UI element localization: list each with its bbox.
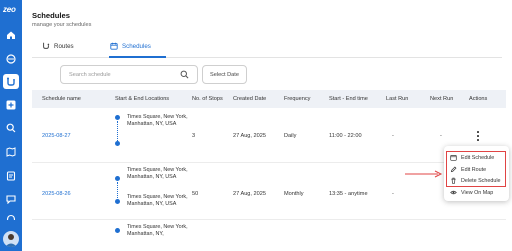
headset-icon[interactable] [5,213,17,225]
edit-schedule-item[interactable]: Edit Schedule [450,152,494,163]
last-run: - [392,191,394,197]
created-date: 27 Aug, 2025 [233,191,266,197]
end-location: Times Square, New York, Manhattan, NY, U… [127,194,188,208]
edit-route-item[interactable]: Edit Route [450,164,486,175]
location-connector [117,182,118,198]
col-time: Start - End time [329,96,368,102]
edit-schedule-label: Edit Schedule [461,154,495,161]
app-logo: zeo [3,5,16,14]
tab-routes[interactable]: Routes [42,42,74,50]
start-location-dot [115,115,120,120]
tab-schedules-label: Schedules [122,42,151,50]
last-run: - [392,133,394,139]
table-header: Schedule name Start & End Locations No. … [32,90,506,108]
trash-icon [451,177,456,184]
frequency: Daily [284,133,297,139]
location-connector [117,121,118,141]
active-tab-indicator [109,56,166,58]
annotation-arrow [405,170,443,178]
schedule-name-link[interactable]: 2025-08-26 [42,191,71,197]
col-actions: Actions [469,96,488,102]
add-icon[interactable] [5,99,17,111]
frequency: Monthly [284,191,304,197]
table-row: Times Square, New York, Manhattan, NY, [32,220,506,251]
next-run: - [440,133,442,139]
col-schedule-name: Schedule name [42,96,81,102]
document-icon[interactable] [5,170,17,182]
delete-schedule-label: Delete Schedule [461,177,501,184]
start-location-dot [115,228,120,233]
search-icon[interactable] [5,122,17,134]
dashboard-icon[interactable] [5,53,17,65]
col-last-run: Last Run [386,96,409,102]
delete-schedule-item[interactable]: Delete Schedule [450,175,501,186]
page-subtitle: manage your schedules [32,22,92,28]
routes-icon [43,42,50,49]
row-actions-menu: Edit Schedule Edit Route Delete Schedule… [444,146,509,201]
col-locations: Start & End Locations [115,96,170,102]
time-window: 13:35 - anytime [329,191,368,197]
map-icon[interactable] [5,146,17,158]
end-location-dot [115,141,120,146]
start-location: Times Square, New York, Manhattan, NY, U… [127,167,188,181]
search-input[interactable] [69,71,179,78]
table-row: 2025-08-27 Times Square, New York, Manha… [32,108,506,163]
routes-icon[interactable] [3,74,19,89]
start-location-dot [115,176,120,181]
calendar-edit-icon [450,155,457,161]
home-icon[interactable] [5,29,17,41]
end-location-dot [115,199,120,204]
col-next-run: Next Run [430,96,454,102]
start-location: Times Square, New York, Manhattan, NY, U… [127,114,188,128]
view-on-map-label: View On Map [461,189,494,196]
row-actions-button[interactable] [475,131,481,141]
page-title: Schedules [32,11,70,20]
edit-route-label: Edit Route [461,166,487,173]
schedule-name-link[interactable]: 2025-08-27 [42,133,71,139]
col-created: Created Date [233,96,267,102]
main-content: Schedules manage your schedules Routes S… [22,0,512,251]
col-frequency: Frequency [284,96,311,102]
sidebar: zeo [0,0,22,251]
time-window: 11:00 - 22:00 [329,133,362,139]
chat-icon[interactable] [5,193,17,205]
created-date: 27 Aug, 2025 [233,133,266,139]
search-icon[interactable] [180,70,189,79]
eye-icon [450,190,457,195]
stops-count: 50 [192,191,199,197]
tab-schedules[interactable]: Schedules [110,42,151,50]
search-box [60,65,198,84]
pencil-icon [450,166,457,173]
stops-count: 3 [192,133,196,139]
calendar-icon [110,42,118,50]
tab-bar: Routes Schedules [32,36,502,58]
user-avatar[interactable] [3,231,19,247]
start-location: Times Square, New York, Manhattan, NY, [127,224,188,238]
view-on-map-item[interactable]: View On Map [450,187,493,198]
tab-routes-label: Routes [54,42,74,50]
col-stops: No. of Stops [192,96,223,102]
select-date-button[interactable]: Select Date [202,65,247,84]
